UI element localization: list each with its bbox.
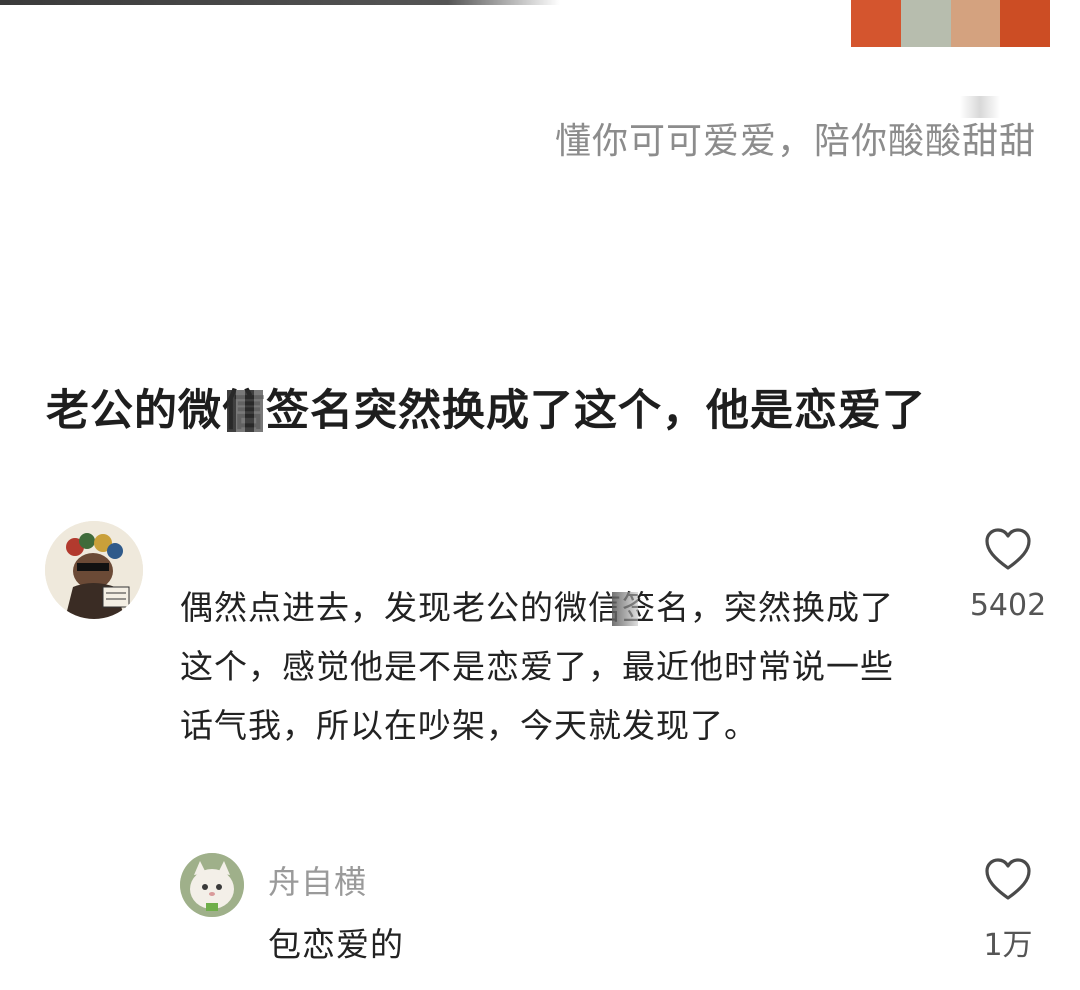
- post-title: 老公的微信签名突然换成了这个，他是恋爱了: [46, 386, 926, 436]
- top-status-strip: [0, 0, 560, 5]
- color-swatches: [851, 0, 1050, 47]
- comment-like-count: 5402: [969, 588, 1047, 623]
- profile-signature: 懂你可可爱爱，陪你酸酸甜甜: [554, 121, 1036, 162]
- heart-outline-icon: [985, 528, 1031, 570]
- reply-text: 包恋爱的: [268, 925, 404, 964]
- comment-censor-blur: [612, 592, 638, 626]
- swatch-1: [851, 0, 901, 47]
- reply-username[interactable]: 舟自横: [268, 857, 367, 903]
- comment-text: 偶然点进去，发现老公的微信签名，突然换成了这个，感觉他是不是恋爱了，最近他时常说…: [180, 588, 894, 745]
- comment-like-button[interactable]: [984, 527, 1032, 571]
- swatch-3: [950, 0, 1001, 47]
- avatar-cat-icon: [180, 853, 244, 917]
- reply-like-button[interactable]: [984, 857, 1032, 901]
- avatar-illustration-icon: [45, 521, 143, 619]
- swatch-2: [900, 0, 951, 47]
- commenter-avatar[interactable]: [45, 521, 143, 619]
- heart-outline-icon: [985, 858, 1031, 900]
- reply-like-count: 1万: [983, 928, 1033, 963]
- swatch-4: [1000, 0, 1050, 47]
- reply-avatar[interactable]: [180, 853, 244, 917]
- title-censor-mosaic: [227, 390, 263, 432]
